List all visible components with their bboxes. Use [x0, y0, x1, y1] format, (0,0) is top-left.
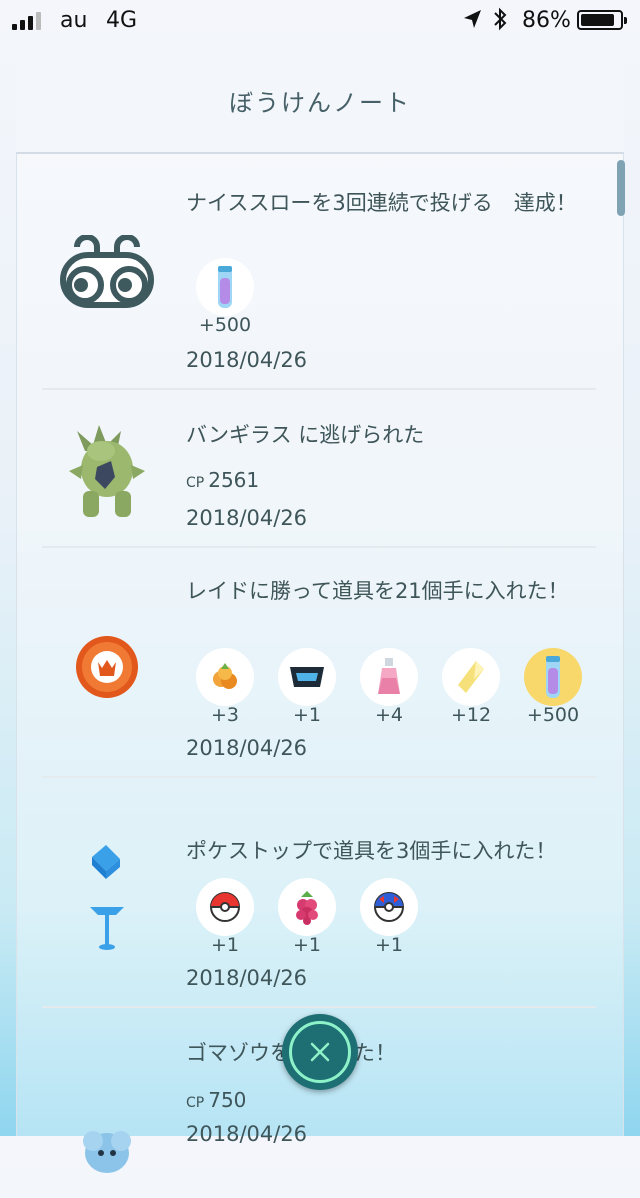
rare-candy-icon [442, 648, 500, 706]
binoculars-icon [52, 220, 162, 330]
reward-item: +1 [278, 878, 336, 956]
entry-date: 2018/04/26 [186, 506, 308, 530]
reward-count: +500 [526, 704, 580, 726]
journal-entry[interactable]: レイドに勝って道具を21個手に入れた！ +3 +1 +4 +12 +500 20… [42, 548, 596, 778]
reward-item: +500 [196, 258, 254, 336]
raid-badge-icon [52, 612, 162, 722]
reward-count: +500 [198, 314, 252, 336]
phanpy-icon [52, 1088, 162, 1198]
entry-title: ゴマゾウを捕まえた！ [186, 1038, 596, 1068]
reward-item: +4 [360, 648, 418, 726]
razz-berry-icon [278, 878, 336, 936]
journal-entry[interactable]: ポケストップで道具を3個手に入れた！ +1 +1 +1 2018/04/26 [42, 778, 596, 1008]
carrier-name: au [60, 8, 88, 33]
entry-title: レイドに勝って道具を21個手に入れた！ [186, 579, 569, 603]
close-icon [289, 1021, 351, 1083]
reward-item: +500 [524, 648, 582, 726]
cp-value: 2561 [208, 468, 260, 492]
battery-level [581, 14, 614, 26]
bluetooth-icon [492, 6, 508, 38]
pokestop-icon [52, 840, 162, 950]
reward-item: +1 [196, 878, 254, 956]
battery-percentage: 86% [522, 8, 571, 33]
signal-strength-icon [12, 12, 41, 30]
combat-power: CP 2561 [186, 468, 259, 492]
scrollbar[interactable] [617, 160, 625, 216]
golden-razz-berry-icon [196, 648, 254, 706]
reward-count: +4 [374, 704, 403, 726]
combat-power: CP 750 [186, 1088, 246, 1112]
journal-header: ぼうけんノート [16, 40, 624, 154]
reward-count: +12 [450, 704, 492, 726]
reward-item: +1 [278, 648, 336, 726]
battery-icon [577, 10, 627, 30]
reward-items: +1 +1 +1 [196, 878, 418, 956]
reward-count: +1 [292, 704, 321, 726]
tyranitar-icon [52, 416, 162, 526]
entry-date: 2018/04/26 [186, 736, 308, 760]
stardust-icon [196, 258, 254, 316]
reward-count: +1 [374, 934, 403, 956]
reward-count: +3 [210, 704, 239, 726]
reward-count: +1 [210, 934, 239, 956]
reward-item: +1 [360, 878, 418, 956]
network-type: 4G [106, 8, 138, 33]
location-arrow-icon [462, 8, 482, 36]
great-ball-icon [360, 878, 418, 936]
cp-label: CP [186, 1095, 205, 1111]
reward-item: +12 [442, 648, 500, 726]
entry-date: 2018/04/26 [186, 966, 308, 990]
poke-ball-icon [196, 878, 254, 936]
close-button[interactable] [282, 1014, 358, 1090]
entry-title: ポケストップで道具を3個手に入れた！ [186, 839, 557, 863]
reward-items: +500 [196, 258, 254, 336]
cp-label: CP [186, 475, 205, 491]
journal-entry[interactable]: ナイススローを3回連続で投げる 達成！ +500 2018/04/26 [42, 160, 596, 390]
reward-count: +1 [292, 934, 321, 956]
cp-value: 750 [208, 1088, 247, 1112]
stardust-icon [524, 648, 582, 706]
entry-title: ナイススローを3回連続で投げる 達成！ [186, 191, 577, 215]
reward-item: +3 [196, 648, 254, 726]
potion-icon [360, 648, 418, 706]
journal-entry[interactable]: バンギラス に逃げられた CP 2561 2018/04/26 [42, 390, 596, 548]
page-title: ぼうけんノート [229, 88, 411, 117]
entry-date: 2018/04/26 [186, 1122, 308, 1146]
tm-icon [278, 648, 336, 706]
entry-date: 2018/04/26 [186, 348, 308, 372]
status-bar: au 4G 86% [0, 0, 640, 40]
entry-title: バンギラス に逃げられた [186, 423, 425, 447]
reward-items: +3 +1 +4 +12 +500 [196, 648, 582, 726]
